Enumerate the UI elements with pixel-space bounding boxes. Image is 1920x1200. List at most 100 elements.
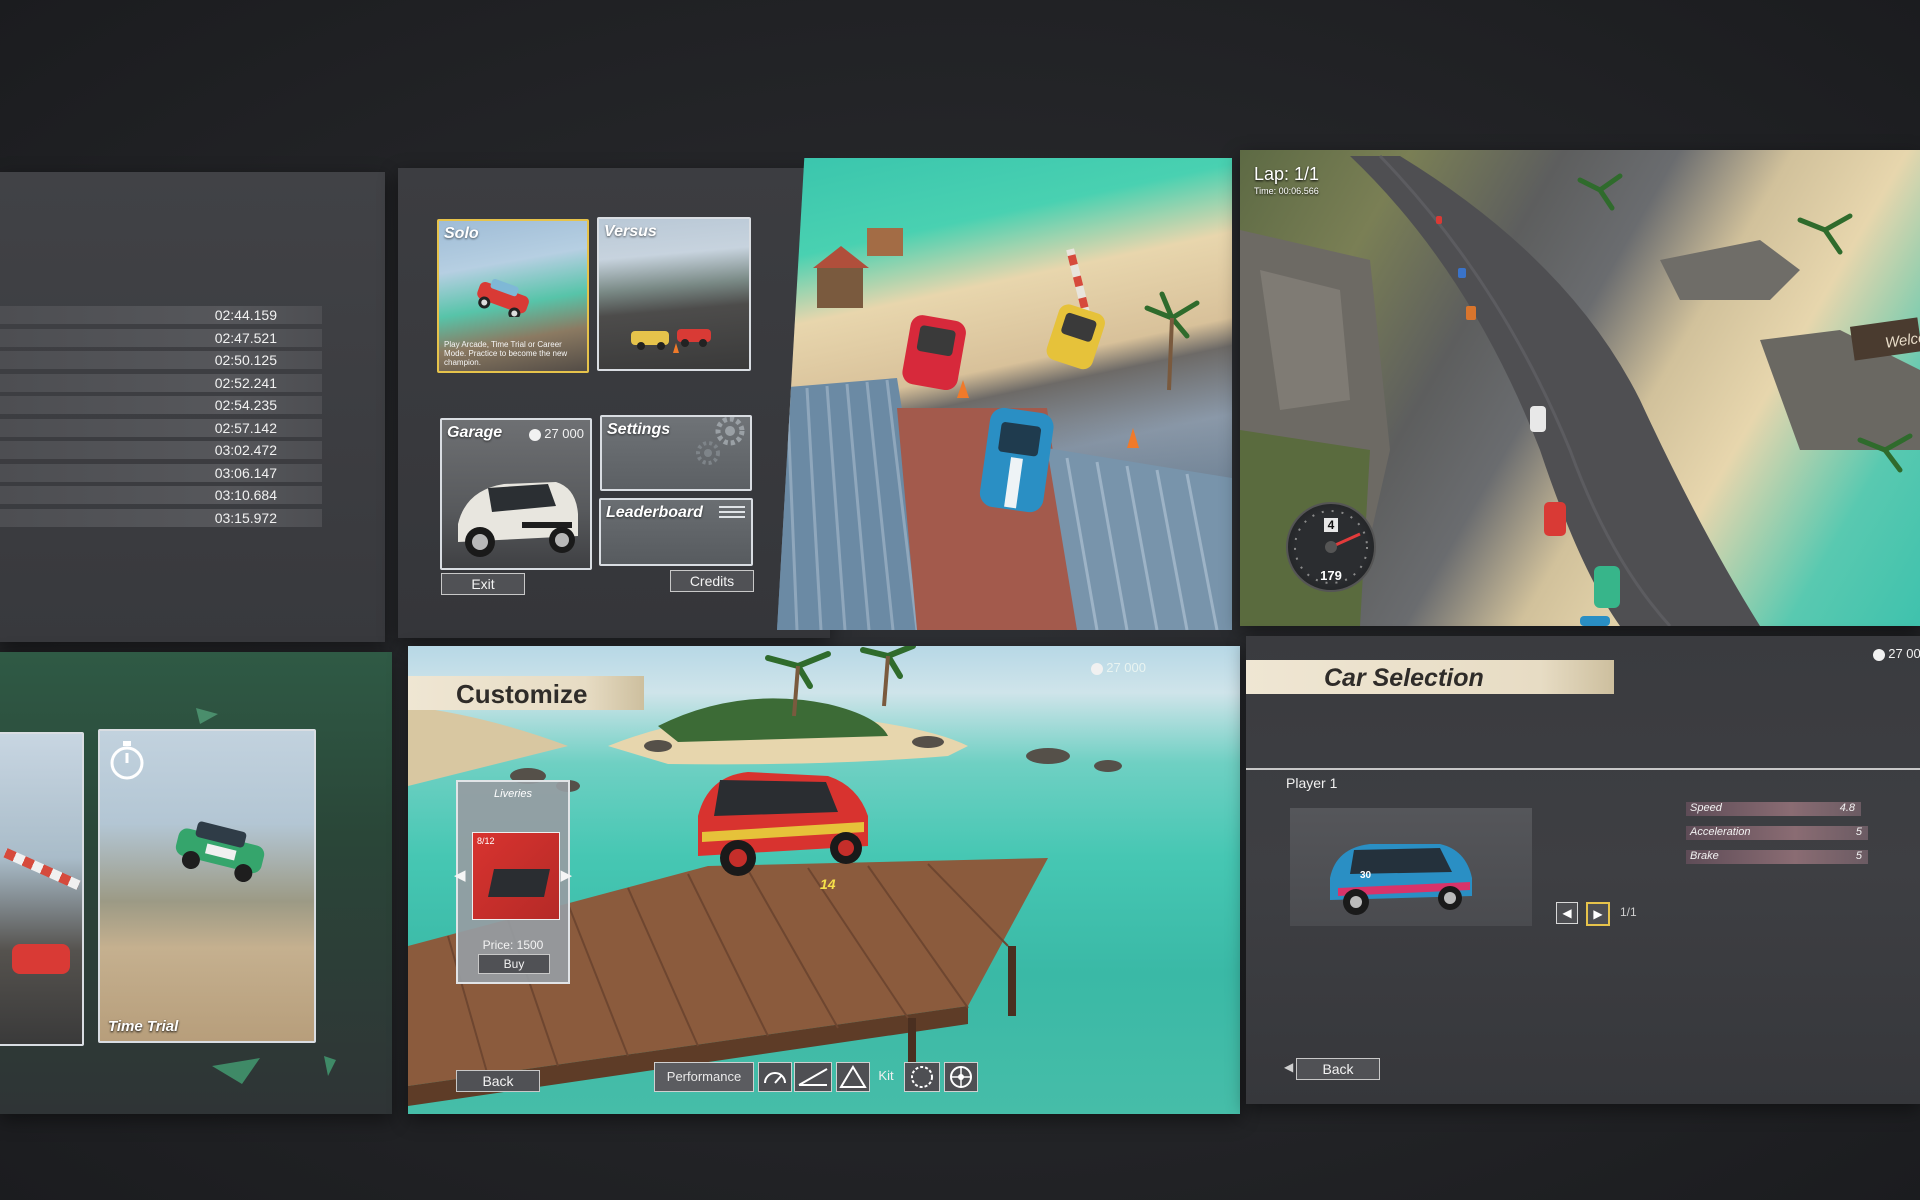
leaderboard-times-panel: 02:44.159 02:47.521 02:50.125 02:52.241 02:5… <box>0 172 385 642</box>
customize-coins: 27 000 <box>1090 660 1146 675</box>
car-selection-coins: 27 000 <box>1872 646 1920 661</box>
customize-panel: 14 Customize 27 000 Liveries 8/12 ◀ ▶ Pr… <box>408 646 1240 1114</box>
time-value: 02:54.235 <box>214 397 277 413</box>
customize-toolbar: Performance Kit <box>654 1058 1004 1094</box>
wheel-icon <box>950 1066 972 1088</box>
player-header-line <box>1246 768 1920 770</box>
time-value: 03:10.684 <box>214 487 277 503</box>
time-value: 02:50.125 <box>214 352 277 368</box>
stat-value: 5 <box>1855 850 1862 862</box>
solo-description: Play Arcade, Time Trial or Career Mode. … <box>444 340 568 367</box>
list-icon <box>719 506 745 518</box>
car-prev-button[interactable]: ◀ <box>1556 902 1578 924</box>
back-arrow-icon: ◀ <box>1284 1060 1294 1074</box>
livery-price: Price: 1500 <box>482 938 544 952</box>
stat-name: Brake <box>1690 850 1719 862</box>
car-next-button[interactable]: ▶ <box>1586 902 1610 926</box>
time-row: 02:47.521 <box>0 328 322 347</box>
acceleration-upgrade-button[interactable] <box>794 1062 832 1092</box>
car-selection-title-banner: Car Selection <box>1246 660 1614 694</box>
race-scene-panel: Lap: 1/1 Time: 00:06.566 Welco 4 179 <box>1240 150 1920 626</box>
performance-tab[interactable]: Performance <box>654 1062 754 1092</box>
leaderboard-label: Leaderboard <box>606 504 703 521</box>
garage-label: Garage <box>447 424 503 441</box>
car-preview: 30 <box>1290 808 1532 926</box>
gear-icon <box>696 417 745 465</box>
race-time: Time: 00:06.566 <box>1254 186 1319 196</box>
speedometer-icon <box>764 1072 786 1084</box>
speedometer: 4 179 <box>1286 502 1376 592</box>
credits-button[interactable]: Credits <box>670 570 754 592</box>
stat-value: 4.8 <box>1839 802 1855 814</box>
livery-next-arrow[interactable]: ▶ <box>560 866 572 884</box>
stat-value: 5 <box>1855 826 1862 838</box>
time-row: 03:15.972 <box>0 508 322 527</box>
car-selection-back-button[interactable]: Back <box>1296 1058 1380 1080</box>
arcade-mode-tile[interactable] <box>0 732 84 1046</box>
blue-car-image <box>1330 844 1472 915</box>
coin-icon <box>528 428 541 441</box>
time-value: 03:06.147 <box>214 464 277 481</box>
customize-coins-value: 27 000 <box>1106 660 1146 675</box>
coin-icon <box>1872 648 1885 661</box>
triangle-warning-icon <box>839 1065 867 1088</box>
barrier-image <box>3 848 81 890</box>
settings-tile[interactable]: Settings <box>600 415 752 491</box>
time-row: 03:02.472 <box>0 441 322 459</box>
time-value: 02:57.142 <box>214 419 277 436</box>
color-button[interactable] <box>904 1062 940 1092</box>
time-row: 02:57.142 <box>0 418 322 437</box>
customize-back-button[interactable]: Back <box>456 1070 540 1092</box>
main-menu-panel: Solo Play Arcade, Time Trial or Career M… <box>398 168 830 638</box>
red-car-image <box>12 944 70 974</box>
time-value: 03:15.972 <box>214 509 277 526</box>
gear-indicator: 4 <box>1324 518 1338 532</box>
exit-button[interactable]: Exit <box>441 573 525 595</box>
time-value: 03:02.472 <box>214 442 277 458</box>
speed-upgrade-button[interactable] <box>758 1062 792 1092</box>
mode-select-panel: Time Trial <box>0 652 392 1114</box>
time-row: 03:06.147 <box>0 463 322 482</box>
brake-upgrade-button[interactable] <box>836 1062 870 1092</box>
confetti-shape <box>212 1058 260 1084</box>
player-label: Player 1 <box>1286 775 1338 791</box>
stat-name: Speed <box>1690 802 1722 814</box>
car-number: 30 <box>1360 870 1372 881</box>
solo-tile[interactable]: Solo Play Arcade, Time Trial or Career M… <box>437 219 589 373</box>
kit-tab[interactable]: Kit <box>872 1062 900 1090</box>
livery-index: 8/12 <box>477 836 495 846</box>
stat-name: Acceleration <box>1690 826 1751 838</box>
car-page-indicator: 1/1 <box>1620 905 1637 919</box>
confetti-shape <box>324 1056 336 1076</box>
solo-car-image <box>477 279 529 317</box>
time-value: 02:44.159 <box>214 307 277 323</box>
stopwatch-icon <box>110 741 144 780</box>
stat-bar-brake: Brake 5 <box>1686 850 1868 864</box>
car-selection-panel: Car Selection 27 000 Player 1 30 ◀ ▶ 1/1… <box>1246 636 1920 1104</box>
confetti-shape <box>196 708 218 724</box>
time-trial-car-image <box>175 821 265 883</box>
buy-button[interactable]: Buy <box>478 954 550 974</box>
ramp-scene-panel <box>777 158 1232 630</box>
time-row: 02:50.125 <box>0 351 322 369</box>
garage-tile[interactable]: Garage 27 000 <box>440 418 592 570</box>
car-selection-title: Car Selection <box>1324 664 1484 692</box>
ramp-scene-image <box>777 228 1232 630</box>
versus-tile[interactable]: Versus <box>597 217 751 371</box>
livery-prev-arrow[interactable]: ◀ <box>454 866 466 884</box>
time-trial-tile[interactable]: Time Trial <box>98 729 316 1043</box>
solo-label: Solo <box>444 225 479 242</box>
wheel-button[interactable] <box>944 1062 978 1092</box>
customize-title-banner: Customize <box>408 676 644 710</box>
leaderboard-tile[interactable]: Leaderboard <box>599 498 753 566</box>
speed-readout: 179 <box>1320 568 1342 583</box>
versus-cars-image <box>631 329 711 353</box>
versus-label: Versus <box>604 223 657 240</box>
time-row: 02:52.241 <box>0 373 322 392</box>
time-value: 02:52.241 <box>214 374 277 391</box>
paint-palette-icon <box>911 1066 933 1088</box>
time-trial-label: Time Trial <box>108 1018 179 1035</box>
time-row: 02:44.159 <box>0 306 322 324</box>
garage-car-image <box>458 482 578 557</box>
time-row: 03:10.684 <box>0 486 322 504</box>
